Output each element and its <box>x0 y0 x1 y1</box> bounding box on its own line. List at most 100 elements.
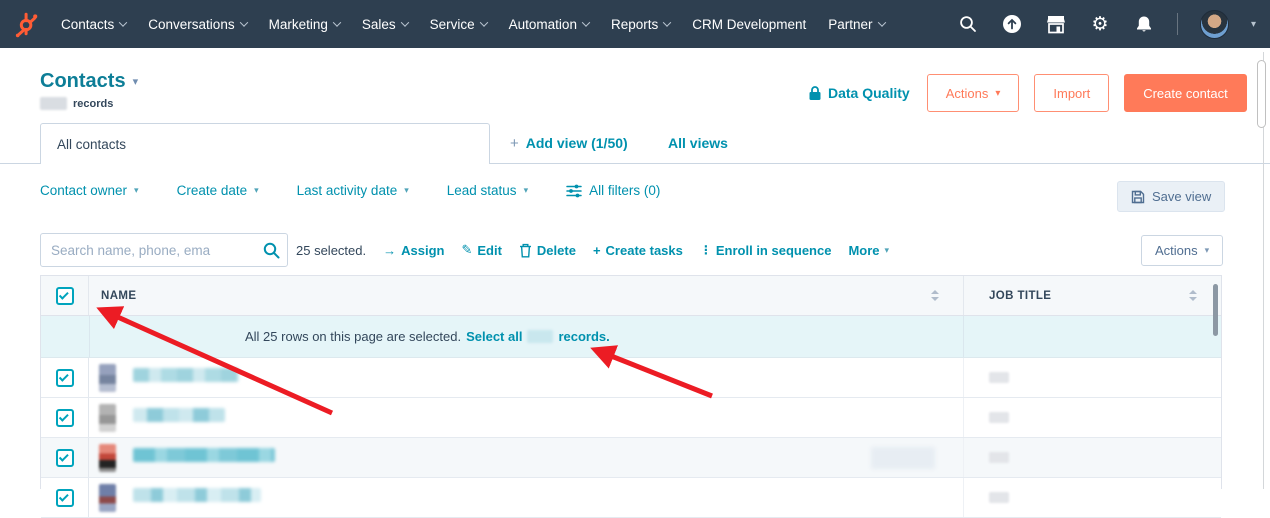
table-actions-button[interactable]: Actions ▾ <box>1141 235 1224 266</box>
search-icon[interactable] <box>957 13 979 35</box>
marketplace-icon[interactable] <box>1045 13 1067 35</box>
nav-crm-development[interactable]: CRM Development <box>681 0 817 48</box>
main-menu: Contacts Conversations Marketing Sales S… <box>50 0 896 48</box>
more-dropdown[interactable]: More ▾ <box>848 243 889 258</box>
row-checkbox[interactable] <box>55 368 74 387</box>
account-chevron-icon[interactable]: ▾ <box>1251 19 1256 30</box>
table-scrollbar-thumb[interactable] <box>1213 284 1218 336</box>
page-title[interactable]: Contacts ▾ <box>40 70 138 93</box>
nav-reports[interactable]: Reports <box>600 0 681 48</box>
header-actions-button[interactable]: Actions ▾ <box>926 74 1020 112</box>
data-quality-link[interactable]: Data Quality <box>808 85 910 101</box>
caret-down-icon: ▾ <box>134 185 139 195</box>
search-submit-icon[interactable] <box>261 240 281 260</box>
sort-icon[interactable] <box>931 290 949 301</box>
contact-avatar <box>99 443 116 472</box>
plus-icon: + <box>510 134 519 152</box>
name-cell <box>89 438 963 477</box>
redacted-contact-name[interactable] <box>133 407 225 422</box>
filter-contact-owner[interactable]: Contact owner ▾ <box>40 183 139 198</box>
search-input[interactable] <box>40 233 288 267</box>
redacted-contact-name[interactable] <box>133 487 261 502</box>
nav-label: CRM Development <box>692 16 807 32</box>
job-title-cell <box>963 478 1221 517</box>
sort-icon[interactable] <box>1189 290 1207 301</box>
redacted-job-title <box>989 452 1009 463</box>
redacted-contact-name[interactable] <box>133 367 239 382</box>
nav-conversations[interactable]: Conversations <box>137 0 257 48</box>
nav-service[interactable]: Service <box>419 0 498 48</box>
assign-button[interactable]: → Assign <box>383 243 444 258</box>
nav-label: Partner <box>828 16 873 32</box>
table-row[interactable] <box>41 398 1221 438</box>
name-cell <box>89 478 963 517</box>
caret-down-icon: ▾ <box>884 244 890 255</box>
table-row[interactable] <box>41 438 1221 478</box>
notifications-bell-icon[interactable] <box>1133 13 1155 35</box>
filter-last-activity-date[interactable]: Last activity date ▾ <box>297 183 409 198</box>
title-caret-icon: ▾ <box>132 76 139 88</box>
user-avatar[interactable] <box>1199 9 1229 39</box>
nav-automation[interactable]: Automation <box>498 0 600 48</box>
row-checkbox[interactable] <box>55 448 74 467</box>
assign-label: Assign <box>401 242 445 258</box>
job-title-column-header[interactable]: JOB TITLE <box>963 276 1221 315</box>
create-contact-button[interactable]: Create contact <box>1124 74 1247 112</box>
nav-label: Service <box>429 16 475 32</box>
filter-lead-status[interactable]: Lead status ▾ <box>447 183 528 198</box>
nav-contacts[interactable]: Contacts <box>50 0 137 48</box>
settings-gear-icon[interactable]: ⚙ <box>1089 13 1111 35</box>
create-tasks-button[interactable]: + Create tasks <box>593 243 683 258</box>
nav-marketing[interactable]: Marketing <box>258 0 351 48</box>
delete-button[interactable]: Delete <box>519 243 576 258</box>
chevron-down-icon <box>239 18 248 27</box>
edit-label: Edit <box>477 242 502 258</box>
bulk-action-bar: 25 selected. → Assign ✎ Edit Delete + Cr… <box>296 233 889 267</box>
chevron-down-icon <box>581 18 591 27</box>
nav-label: Conversations <box>148 16 235 32</box>
tab-all-contacts[interactable]: All contacts <box>40 123 490 164</box>
row-checkbox[interactable] <box>55 408 74 427</box>
name-column-header[interactable]: NAME <box>89 276 963 315</box>
page-title-text: Contacts <box>40 70 126 92</box>
table-row[interactable] <box>41 478 1221 518</box>
nav-label: Reports <box>610 16 659 32</box>
save-view-button[interactable]: Save view <box>1117 181 1226 212</box>
edit-button[interactable]: ✎ Edit <box>461 242 501 258</box>
row-checkbox-cell <box>41 478 89 517</box>
nav-partner[interactable]: Partner <box>817 0 895 48</box>
select-all-checkbox[interactable] <box>55 286 74 305</box>
table-row[interactable] <box>41 358 1221 398</box>
add-view-button[interactable]: + Add view (1/50) <box>510 123 628 163</box>
all-views-label: All views <box>668 135 728 151</box>
nav-sales[interactable]: Sales <box>351 0 419 48</box>
page-scrollbar-thumb[interactable] <box>1257 60 1266 128</box>
tab-label: All contacts <box>57 136 127 152</box>
records-suffix: records <box>73 97 114 110</box>
selection-banner: All 25 rows on this page are selected. S… <box>41 316 1221 358</box>
filter-create-date[interactable]: Create date ▾ <box>177 183 259 198</box>
views-tab-bar: All contacts + Add view (1/50) All views <box>0 123 1270 164</box>
enroll-label: Enroll in sequence <box>715 242 832 258</box>
gear-glyph: ⚙ <box>1091 13 1109 35</box>
redacted-field-chip <box>871 447 935 469</box>
job-title-cell <box>963 358 1221 397</box>
import-button[interactable]: Import <box>1034 74 1110 112</box>
all-filters-label: All filters (0) <box>589 183 661 198</box>
select-all-records-link[interactable]: Select all records. <box>466 329 610 344</box>
all-filters-button[interactable]: All filters (0) <box>566 183 660 198</box>
product-updates-icon[interactable] <box>1001 13 1023 35</box>
hubspot-logo-icon[interactable] <box>10 9 40 39</box>
row-checkbox[interactable] <box>55 488 74 507</box>
pencil-icon: ✎ <box>461 242 473 257</box>
all-views-link[interactable]: All views <box>668 123 728 163</box>
quick-filters: Contact owner ▾ Create date ▾ Last activ… <box>40 183 660 198</box>
nav-label: Contacts <box>61 16 115 32</box>
redacted-contact-name[interactable] <box>133 447 275 462</box>
nav-label: Automation <box>508 16 577 32</box>
enroll-in-sequence-button[interactable]: ⋮ Enroll in sequence <box>700 243 832 258</box>
caret-down-icon: ▾ <box>404 185 409 195</box>
checkmark-icon <box>58 371 69 382</box>
checkmark-icon <box>58 289 69 300</box>
chevron-down-icon <box>119 18 128 27</box>
